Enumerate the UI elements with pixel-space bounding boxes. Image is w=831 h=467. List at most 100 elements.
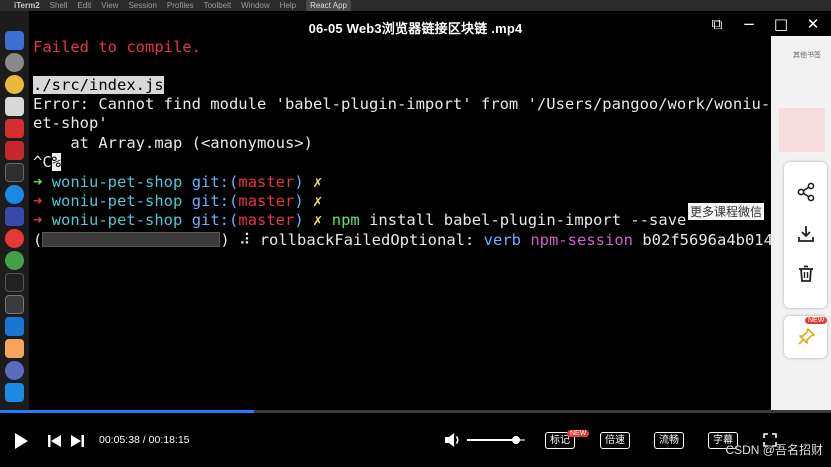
menu-item-profiles[interactable]: Profiles <box>167 0 194 11</box>
weibo-icon[interactable] <box>5 229 24 248</box>
current-time: 00:05:38 <box>99 434 140 446</box>
compile-error-line: Failed to compile. <box>33 38 201 56</box>
prompt-arrow: ➜ <box>33 192 43 210</box>
terminal-icon[interactable] <box>5 163 24 182</box>
npm-session-label: npm-session <box>530 231 633 249</box>
quality-button[interactable]: 流畅 <box>654 432 684 449</box>
menu-item-session[interactable]: Session <box>128 0 156 11</box>
prompt-dirty-mark: ✗ <box>313 192 323 210</box>
previous-button[interactable] <box>46 432 64 450</box>
more-courses-text: 更多课程微信 <box>688 203 765 220</box>
download-button[interactable] <box>784 214 827 254</box>
app-purple-icon[interactable] <box>5 361 24 380</box>
prompt-arrow: ➜ <box>33 173 43 191</box>
folder-icon[interactable] <box>5 383 24 402</box>
command-name: npm <box>331 211 360 229</box>
prompt-dirty-mark: ✗ <box>313 173 323 191</box>
command-args: install babel-plugin-import --save <box>369 211 687 229</box>
prompt-git-close: ) <box>294 192 304 210</box>
share-button[interactable] <box>784 172 827 212</box>
prompt-dir: woniu-pet-shop <box>51 192 183 210</box>
npm-progress-bar <box>42 232 221 247</box>
skip-forward-icon <box>71 435 84 447</box>
edge-icon[interactable] <box>5 185 24 204</box>
note-new-badge: NEW <box>567 430 590 437</box>
npm-progress-line: ( ) ⠼ rollbackFailedOptional: verb npm-se… <box>33 231 771 250</box>
menu-item-toolbelt[interactable]: Toolbelt <box>204 0 232 11</box>
maximize-icon[interactable]: □ <box>773 16 789 32</box>
npm-session-id: b02f5696a4b014d <box>642 231 771 249</box>
prompt-branch: master <box>238 192 295 210</box>
menu-item-view[interactable]: View <box>101 0 118 11</box>
prompt-dir: woniu-pet-shop <box>51 211 183 229</box>
qq-icon[interactable] <box>5 273 24 292</box>
prompt-line-2: ➜ woniu-pet-shop git:(master) ✗ <box>33 192 322 211</box>
prompt-dirty-mark: ✗ <box>313 211 323 229</box>
window-controls: ⧉ − □ ✕ <box>709 16 821 32</box>
file-path-highlight: ./src/index.js <box>33 76 164 94</box>
vscode-icon[interactable] <box>5 317 24 336</box>
ctrl-c-text: ^C <box>33 153 52 171</box>
prompt-git: git:( <box>191 211 239 229</box>
volume-slider[interactable] <box>467 436 525 444</box>
page-banner <box>779 108 825 152</box>
error-message-line: Error: Cannot find module 'babel-plugin-… <box>33 95 771 113</box>
app-red2-icon[interactable] <box>5 141 24 160</box>
menu-item-edit[interactable]: Edit <box>77 0 91 11</box>
terminal-pane[interactable]: Failed to compile. ./src/index.js Error:… <box>29 36 771 410</box>
player-controls: 00:05:38 / 00:18:15 标记 倍速 流畅 字幕 <box>0 413 831 467</box>
app-blue-icon[interactable] <box>5 207 24 226</box>
menu-app-name[interactable]: iTerm2 <box>14 0 40 11</box>
minimize-icon[interactable]: − <box>741 16 757 32</box>
pin-icon <box>797 328 815 345</box>
volume-button[interactable] <box>443 431 463 449</box>
total-time: 00:18:15 <box>148 434 190 446</box>
wechat-icon[interactable] <box>5 251 24 270</box>
volume-icon <box>445 433 459 447</box>
csdn-watermark: CSDN @吾名招财 <box>725 443 823 457</box>
dock <box>0 11 29 411</box>
monitor-icon[interactable] <box>5 295 24 314</box>
speed-button[interactable]: 倍速 <box>600 432 630 449</box>
skip-back-icon <box>48 435 61 447</box>
bookmark-label[interactable]: 其他书签 <box>793 50 821 60</box>
prompt-arrow: ➜ <box>33 211 43 229</box>
stack-trace-line: at Array.map (<anonymous>) <box>33 134 313 152</box>
menu-item-help[interactable]: Help <box>280 0 296 11</box>
prompt-branch: master <box>238 173 295 191</box>
trash-icon <box>798 265 813 282</box>
browser-tab[interactable]: React App <box>306 0 351 11</box>
menu-item-window[interactable]: Window <box>241 0 269 11</box>
prompt-git: git:( <box>191 192 239 210</box>
launchpad-icon[interactable] <box>5 53 24 72</box>
progress-status: ) ⠼ rollbackFailedOptional: <box>220 231 484 249</box>
close-icon[interactable]: ✕ <box>805 16 821 32</box>
pin-new-badge: NEW <box>805 317 828 324</box>
next-button[interactable] <box>68 432 86 450</box>
side-action-panel <box>784 162 827 308</box>
prompt-git-close: ) <box>294 211 304 229</box>
volume-knob[interactable] <box>512 436 521 444</box>
play-icon <box>15 433 28 449</box>
prompt-line-3: ➜ woniu-pet-shop git:(master) ✗ npm inst… <box>33 211 686 230</box>
pip-icon[interactable]: ⧉ <box>709 16 725 32</box>
error-message-cont: et-shop' <box>33 114 108 132</box>
share-icon <box>797 182 814 202</box>
delete-button[interactable] <box>784 254 827 294</box>
notes-icon[interactable] <box>5 97 24 116</box>
prompt-git: git:( <box>191 173 239 191</box>
npm-verb-label: verb <box>483 231 521 249</box>
progress-open-paren: ( <box>33 231 43 249</box>
download-icon <box>797 226 814 242</box>
volume-fill <box>467 439 517 441</box>
app-red-icon[interactable] <box>5 119 24 138</box>
menu-item-shell[interactable]: Shell <box>50 0 68 11</box>
interrupt-line: ^C% <box>33 153 62 172</box>
mac-menu-bar: iTerm2 Shell Edit View Session Profiles … <box>0 0 831 11</box>
chrome-icon[interactable] <box>5 75 24 94</box>
app-orange-icon[interactable] <box>5 339 24 358</box>
prompt-branch: master <box>238 211 295 229</box>
prompt-dir: woniu-pet-shop <box>51 173 183 191</box>
time-display: 00:05:38 / 00:18:15 <box>99 434 190 446</box>
play-button[interactable] <box>11 431 31 451</box>
